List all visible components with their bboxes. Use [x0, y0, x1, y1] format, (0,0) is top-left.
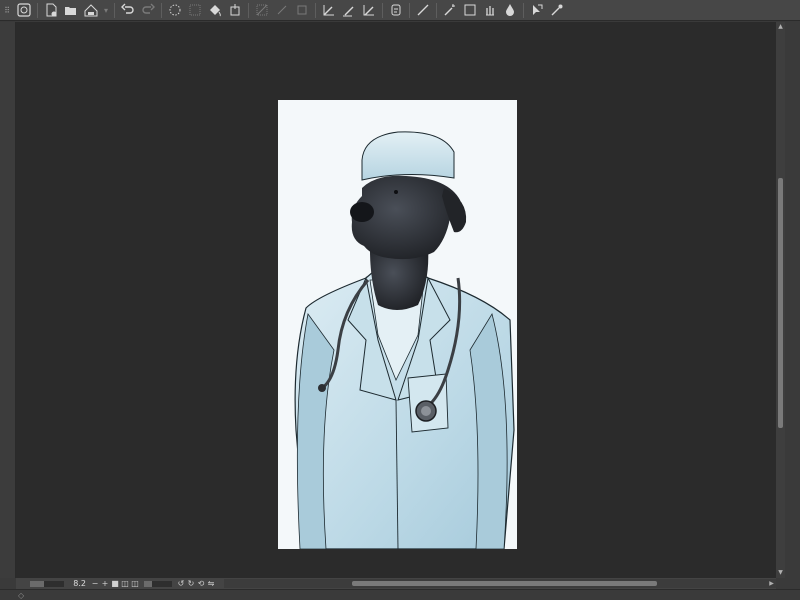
status-grip-icon[interactable]: ◇ — [18, 591, 24, 600]
zoom-reset-icon[interactable]: ■ — [110, 579, 120, 589]
loading-icon[interactable] — [166, 1, 184, 20]
toolbar-divider — [436, 2, 437, 18]
hand-icon[interactable] — [481, 1, 499, 20]
toolbar-divider — [37, 2, 38, 18]
horizontal-scrollbar[interactable]: ▶ — [224, 579, 776, 588]
canvas-paper[interactable] — [278, 100, 517, 549]
scroll-up-icon[interactable]: ▲ — [776, 22, 785, 32]
paint-app-window: ⠿ ▾ ▲ ▼ 8.2 − + ■ ◫ ◫ ↺ ↻ ⟲ ⇋ ▶ ◇ — [0, 0, 800, 600]
flip-horizontal-icon[interactable]: ⇋ — [206, 579, 216, 589]
toolbar-grip-icon[interactable]: ⠿ — [0, 0, 14, 21]
fill-icon[interactable] — [206, 1, 224, 20]
toolbar-divider — [248, 2, 249, 18]
toolbar-divider — [114, 2, 115, 18]
move-layer-icon[interactable] — [528, 1, 546, 20]
toolbar-divider — [315, 2, 316, 18]
left-dock-edge — [0, 22, 16, 578]
new-file-icon[interactable] — [42, 1, 60, 20]
zoom-out-button[interactable]: − — [90, 579, 100, 589]
magic-wand-icon[interactable] — [441, 1, 459, 20]
line-icon[interactable] — [414, 1, 432, 20]
zoom-in-button[interactable]: + — [100, 579, 110, 589]
navigator-bar: 8.2 − + ■ ◫ ◫ ↺ ↻ ⟲ ⇋ ▶ — [16, 578, 776, 589]
toolbar-divider — [523, 2, 524, 18]
undo-icon[interactable] — [119, 1, 137, 20]
zoom-value[interactable]: 8.2 — [68, 579, 86, 588]
app-icon[interactable] — [15, 1, 33, 20]
open-folder-icon[interactable] — [62, 1, 80, 20]
rotate-right-icon[interactable]: ↻ — [186, 579, 196, 589]
eraser-icon[interactable] — [360, 1, 378, 20]
droplet-icon[interactable] — [501, 1, 519, 20]
ruler-icon[interactable] — [387, 1, 405, 20]
brush-icon[interactable] — [340, 1, 358, 20]
actual-size-icon[interactable]: ◫ — [130, 579, 140, 589]
pen-icon[interactable] — [320, 1, 338, 20]
scroll-right-icon[interactable]: ▶ — [767, 579, 776, 588]
select-all-icon[interactable] — [253, 1, 271, 20]
rotation-slider-fill — [144, 580, 153, 587]
transform-icon[interactable] — [226, 1, 244, 20]
vertical-scroll-thumb[interactable] — [778, 178, 783, 428]
toolbar-divider — [382, 2, 383, 18]
horizontal-scroll-thumb[interactable] — [352, 581, 657, 586]
chevron-down-icon[interactable]: ▾ — [102, 1, 110, 20]
rotate-left-icon[interactable]: ↺ — [176, 579, 186, 589]
command-toolbar: ⠿ ▾ — [0, 0, 800, 21]
toolbar-divider — [161, 2, 162, 18]
right-dock-edge — [785, 22, 800, 578]
vertical-scrollbar[interactable]: ▲ ▼ — [776, 22, 785, 578]
artwork-dog-doctor — [278, 100, 517, 549]
zoom-slider-fill — [30, 580, 45, 587]
save-icon[interactable] — [82, 1, 100, 20]
scroll-down-icon[interactable]: ▼ — [776, 568, 785, 578]
eyedropper-icon[interactable] — [548, 1, 566, 20]
grid-icon[interactable] — [186, 1, 204, 20]
selection-icon[interactable] — [461, 1, 479, 20]
redo-icon[interactable] — [139, 1, 157, 20]
zoom-slider[interactable] — [30, 580, 64, 587]
crop-icon[interactable] — [293, 1, 311, 20]
deselect-icon[interactable] — [273, 1, 291, 20]
fit-view-icon[interactable]: ◫ — [120, 579, 130, 589]
status-bar: ◇ — [0, 589, 800, 600]
reset-rotation-icon[interactable]: ⟲ — [196, 579, 206, 589]
rotation-slider[interactable] — [144, 580, 172, 587]
toolbar-divider — [409, 2, 410, 18]
